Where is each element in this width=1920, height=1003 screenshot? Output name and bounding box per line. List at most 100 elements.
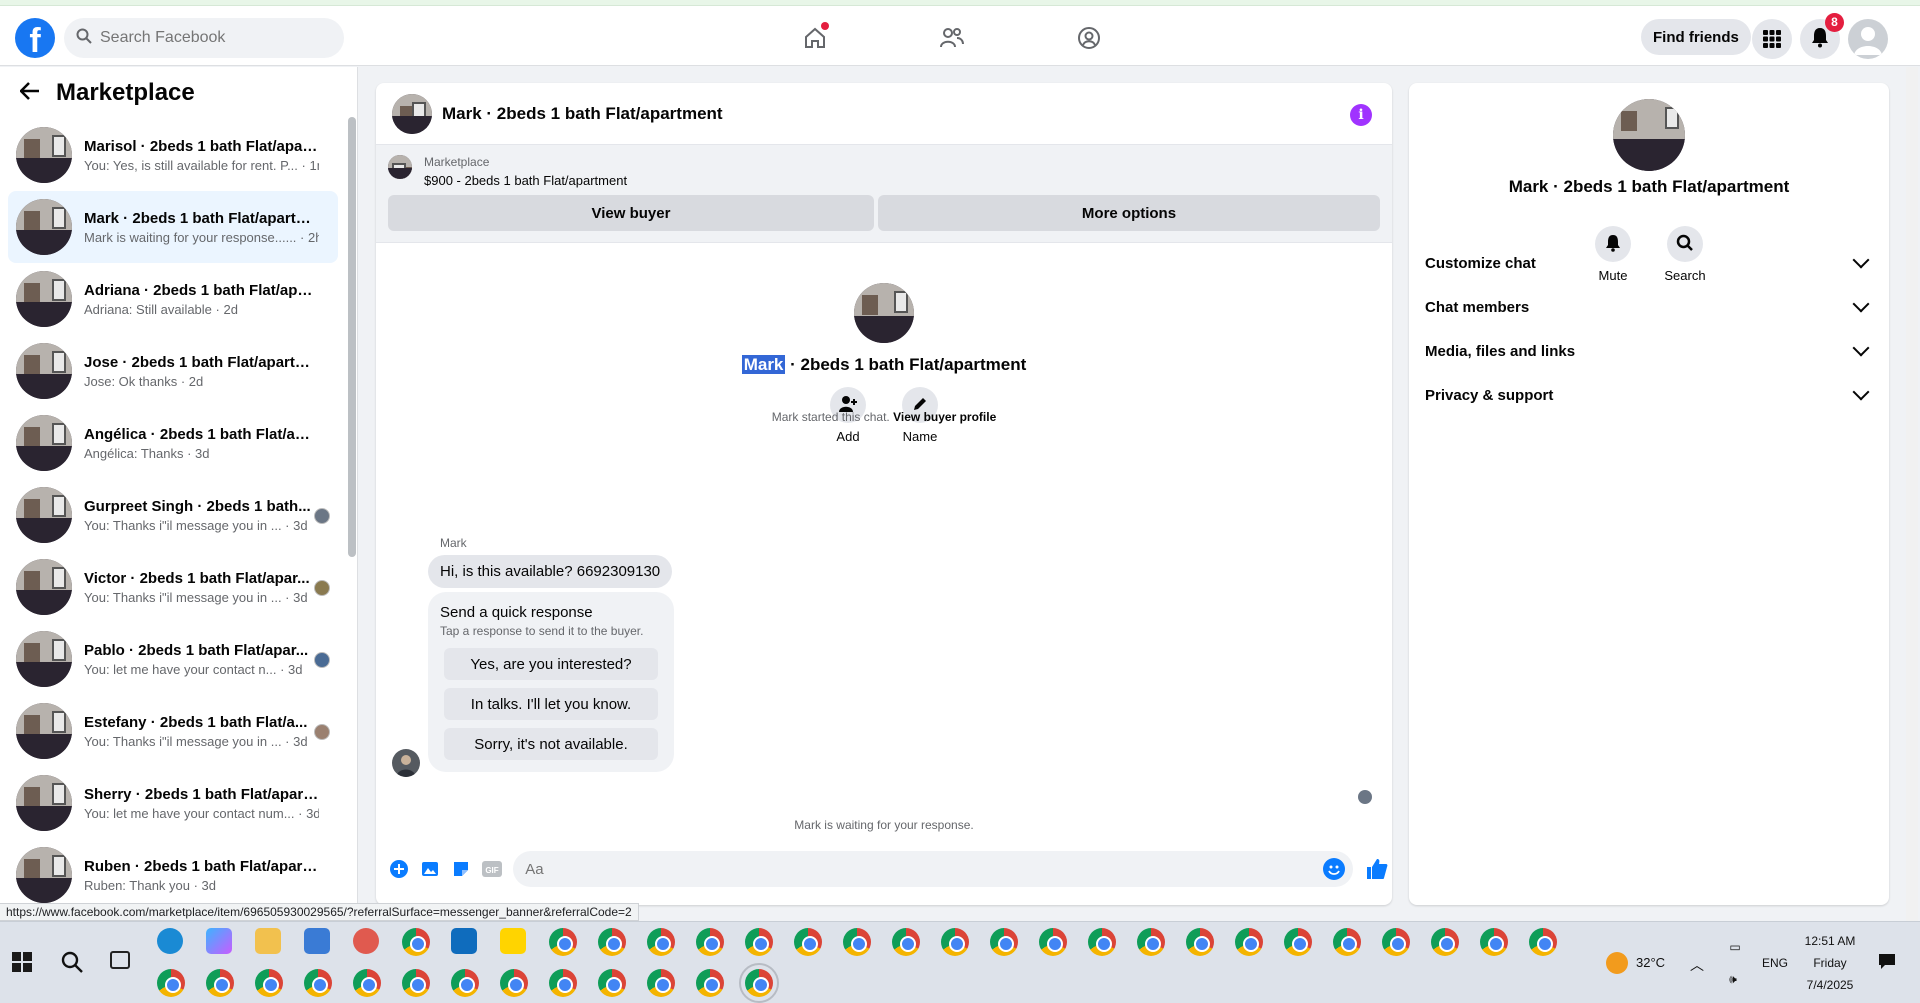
windows-start-icon[interactable] (12, 952, 32, 972)
chrome-icon[interactable] (1235, 928, 1263, 956)
photo-icon[interactable] (415, 851, 446, 887)
chrome-icon[interactable] (1382, 928, 1410, 956)
chevron-up-icon[interactable]: ︿ (1690, 955, 1704, 975)
network-icon[interactable]: ▭ (1720, 940, 1750, 954)
home-icon[interactable] (795, 18, 835, 58)
incoming-message-bubble[interactable]: Hi, is this available? 6692309130 (428, 555, 673, 588)
chrome-icon[interactable] (402, 969, 430, 997)
thumbs-up-icon[interactable] (1361, 851, 1392, 887)
conversation-item[interactable]: Ruben · 2beds 1 bath Flat/apart... Ruben:… (8, 839, 338, 911)
chrome-icon[interactable] (549, 928, 577, 956)
chrome-icon[interactable] (647, 928, 675, 956)
outlook-icon[interactable] (451, 928, 477, 954)
chrome-icon[interactable] (843, 928, 871, 956)
chrome-icon[interactable] (941, 928, 969, 956)
chrome-icon[interactable] (696, 928, 724, 956)
conversation-item[interactable]: Estefany · 2beds 1 bath Flat/a... You: Th… (8, 695, 338, 767)
sticky-notes-icon[interactable] (500, 928, 526, 954)
chrome-icon[interactable] (500, 969, 528, 997)
find-friends-button[interactable]: Find friends (1641, 19, 1751, 55)
chrome-icon[interactable] (1039, 928, 1067, 956)
chrome-icon[interactable] (1088, 928, 1116, 956)
edge-icon[interactable] (157, 928, 183, 954)
chrome-icon[interactable] (255, 969, 283, 997)
conversation-item[interactable]: Pablo · 2beds 1 bath Flat/apar... You: le… (8, 623, 338, 695)
plus-circle-icon[interactable] (384, 851, 415, 887)
search-box[interactable] (64, 18, 344, 58)
conversation-item[interactable]: Gurpreet Singh · 2beds 1 bath... You: Tha… (8, 479, 338, 551)
chrome-icon[interactable] (451, 969, 479, 997)
chrome-icon[interactable] (647, 969, 675, 997)
chrome-icon[interactable] (353, 969, 381, 997)
privacy-support-section[interactable]: Privacy & support (1425, 373, 1873, 417)
customize-chat-section[interactable]: Customize chat (1425, 241, 1873, 285)
chrome-icon[interactable] (1480, 928, 1508, 956)
clock-date[interactable]: 7/4/2025 (1800, 978, 1860, 992)
language-indicator[interactable]: ENG (1762, 956, 1788, 970)
conversation-item[interactable]: Victor · 2beds 1 bath Flat/apar... You: T… (8, 551, 338, 623)
sticker-icon[interactable] (446, 851, 477, 887)
chrome-icon[interactable] (157, 969, 185, 997)
banner-listing[interactable]: $900 - 2beds 1 bath Flat/apartment (424, 173, 627, 188)
chrome-icon[interactable] (1333, 928, 1361, 956)
sidebar-scrollbar[interactable] (348, 117, 356, 557)
chrome-icon[interactable] (1137, 928, 1165, 956)
message-input[interactable] (525, 860, 1306, 878)
view-buyer-profile-link[interactable]: View buyer profile (893, 410, 996, 424)
message-input-box[interactable] (513, 851, 1354, 887)
store-icon[interactable] (304, 928, 330, 954)
notifications-button[interactable]: 8 (1800, 13, 1844, 59)
friends-icon[interactable] (932, 18, 972, 58)
profile-icon[interactable] (1848, 19, 1888, 59)
chrome-icon[interactable] (1284, 928, 1312, 956)
conversation-item[interactable]: Sherry · 2beds 1 bath Flat/apart... You: … (8, 767, 338, 839)
conversation-item[interactable]: Adriana · 2beds 1 bath Flat/apar... Adria… (8, 263, 338, 335)
chrome-icon[interactable] (990, 928, 1018, 956)
conversation-item-active[interactable]: Mark · 2beds 1 bath Flat/apartm... Mark i… (8, 191, 338, 263)
notification-center-icon[interactable] (1878, 952, 1896, 973)
task-view-icon[interactable] (110, 951, 130, 969)
chrome-icon-active[interactable] (739, 963, 779, 1003)
conversation-item[interactable]: Jose · 2beds 1 bath Flat/apartme... Jose:… (8, 335, 338, 407)
weather-icon[interactable] (1606, 952, 1628, 974)
chrome-icon[interactable] (1431, 928, 1459, 956)
chat-header-avatar[interactable] (392, 93, 432, 134)
info-icon[interactable]: i (1350, 104, 1372, 126)
chrome-icon[interactable] (745, 928, 773, 956)
view-buyer-button[interactable]: View buyer (388, 195, 874, 231)
search-input[interactable] (100, 29, 320, 47)
taskbar-search-icon[interactable] (60, 950, 84, 978)
groups-icon[interactable] (1069, 18, 1109, 58)
paint-icon[interactable] (353, 928, 379, 954)
clock-day[interactable]: Friday (1800, 956, 1860, 970)
chrome-icon[interactable] (206, 969, 234, 997)
page-scrollbar[interactable] (1906, 67, 1918, 923)
quick-response-button[interactable]: Yes, are you interested? (444, 648, 658, 680)
conversation-item[interactable]: Marisol · 2beds 1 bath Flat/apart... You:… (8, 119, 338, 191)
gif-icon[interactable]: GIF (476, 851, 507, 887)
more-options-button[interactable]: More options (878, 195, 1380, 231)
copilot-icon[interactable] (206, 928, 232, 954)
chrome-icon[interactable] (1186, 928, 1214, 956)
file-explorer-icon[interactable] (255, 928, 281, 954)
facebook-logo[interactable]: f (15, 18, 55, 58)
chrome-icon[interactable] (598, 969, 626, 997)
menu-grid-icon[interactable] (1752, 19, 1792, 59)
back-arrow-icon[interactable] (19, 82, 40, 104)
media-files-links-section[interactable]: Media, files and links (1425, 329, 1873, 373)
chrome-icon[interactable] (794, 928, 822, 956)
chrome-icon[interactable] (696, 969, 724, 997)
chrome-icon[interactable] (892, 928, 920, 956)
conversation-item[interactable]: Angélica · 2beds 1 bath Flat/apa... Angél… (8, 407, 338, 479)
quick-response-button[interactable]: In talks. I'll let you know. (444, 688, 658, 720)
chrome-icon[interactable] (1529, 928, 1557, 956)
chat-members-section[interactable]: Chat members (1425, 285, 1873, 329)
clock-time[interactable]: 12:51 AM (1800, 934, 1860, 948)
sender-avatar[interactable] (392, 749, 420, 777)
chat-header-title[interactable]: Mark · 2beds 1 bath Flat/apartment (442, 104, 723, 124)
chrome-icon[interactable] (304, 969, 332, 997)
quick-response-button[interactable]: Sorry, it's not available. (444, 728, 658, 760)
listing-thumbnail[interactable] (388, 155, 412, 179)
chrome-icon[interactable] (549, 969, 577, 997)
chrome-icon[interactable] (402, 928, 430, 956)
